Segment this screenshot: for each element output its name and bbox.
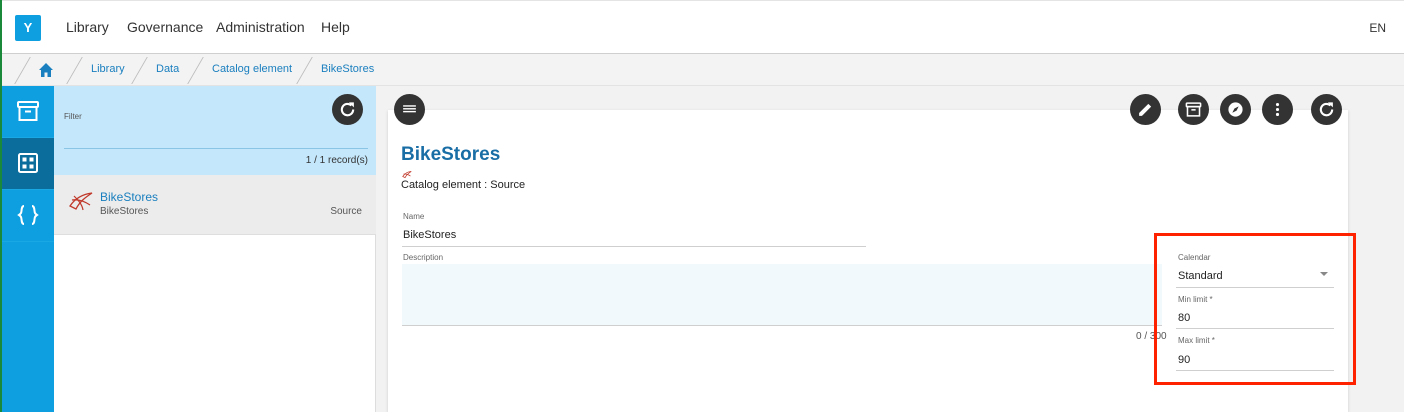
list-panel: Filter 1 / 1 record(s) BikeStores BikeSt… — [54, 86, 376, 412]
more-vertical-icon — [1275, 102, 1280, 117]
rail-code[interactable] — [2, 190, 54, 242]
filter-input[interactable] — [64, 148, 368, 149]
more-options-button[interactable] — [1262, 94, 1293, 125]
highlight-box — [1154, 233, 1356, 385]
compass-icon — [1228, 102, 1243, 117]
breadcrumb-separator — [131, 57, 148, 84]
language-switcher[interactable]: EN — [1369, 21, 1386, 35]
sql-server-icon — [68, 191, 94, 216]
breadcrumb: Library Data Catalog element BikeStores — [2, 54, 1404, 86]
description-field[interactable] — [402, 264, 1162, 326]
grid-icon — [18, 153, 38, 173]
description-label: Description — [403, 253, 444, 262]
name-label: Name — [403, 212, 425, 221]
list-item-subtitle: BikeStores — [100, 206, 149, 217]
refresh-icon — [340, 102, 355, 117]
record-count: 1 / 1 record(s) — [305, 155, 368, 166]
list-item[interactable]: BikeStores BikeStores Source — [54, 175, 376, 235]
app-window: Y Library Governance Administration Help… — [0, 0, 1404, 412]
breadcrumb-catalog-element[interactable]: Catalog element — [212, 63, 292, 75]
rail-grid[interactable] — [2, 138, 54, 190]
breadcrumb-separator — [14, 57, 31, 84]
braces-icon — [17, 205, 39, 225]
top-navigation: Y Library Governance Administration Help… — [2, 0, 1404, 54]
nav-library[interactable]: Library — [66, 19, 109, 35]
menu-icon — [403, 105, 416, 113]
edit-button[interactable] — [1130, 94, 1161, 125]
nav-governance[interactable]: Governance — [127, 19, 203, 35]
app-logo[interactable]: Y — [15, 15, 41, 41]
breadcrumb-library[interactable]: Library — [91, 63, 125, 75]
list-item-title: BikeStores — [100, 190, 159, 204]
archive-button[interactable] — [1178, 94, 1209, 125]
explore-button[interactable] — [1220, 94, 1251, 125]
filter-area: Filter 1 / 1 record(s) — [54, 86, 376, 175]
nav-administration[interactable]: Administration — [216, 19, 305, 35]
filter-label: Filter — [64, 112, 82, 121]
name-field[interactable]: BikeStores — [403, 229, 456, 241]
page-title: BikeStores — [401, 144, 501, 165]
breadcrumb-data[interactable]: Data — [156, 63, 179, 75]
refresh-icon — [1319, 102, 1334, 117]
breadcrumb-separator — [296, 57, 313, 84]
archive-icon — [1185, 102, 1202, 117]
page-subtitle: Catalog element : Source — [401, 179, 526, 191]
refresh-list-button[interactable] — [332, 94, 363, 125]
breadcrumb-bikestores[interactable]: BikeStores — [321, 63, 374, 75]
refresh-detail-button[interactable] — [1311, 94, 1342, 125]
side-rail — [2, 86, 54, 412]
list-item-type: Source — [330, 206, 362, 217]
nav-help[interactable]: Help — [321, 19, 350, 35]
pencil-icon — [1139, 103, 1152, 116]
breadcrumb-separator — [187, 57, 204, 84]
rail-archive[interactable] — [2, 86, 54, 138]
archive-icon — [17, 101, 39, 121]
name-field-underline — [402, 246, 866, 247]
breadcrumb-separator — [66, 57, 83, 84]
menu-toggle-button[interactable] — [394, 94, 425, 125]
home-icon[interactable] — [38, 62, 54, 78]
